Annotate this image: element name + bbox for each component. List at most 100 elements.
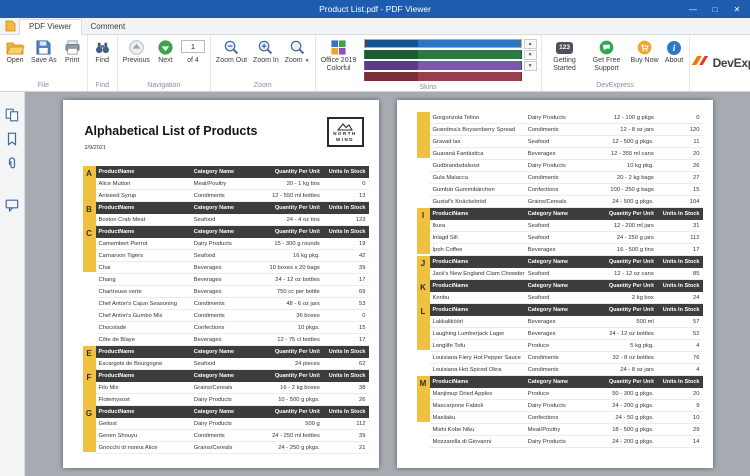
column-header: Quantity Per Unit bbox=[588, 283, 659, 289]
ribbon-group-file: Open Save As Print File bbox=[0, 35, 88, 91]
zoom-out-button[interactable]: Zoom Out bbox=[213, 36, 250, 65]
table-row: Gustaf's KnäckebrödGrains/Cereals24 - 50… bbox=[430, 196, 703, 208]
save-as-button[interactable]: Save As bbox=[28, 36, 60, 65]
cell: 24 pieces bbox=[254, 361, 325, 367]
cell: 16 - 2 kg boxes bbox=[254, 385, 325, 391]
pdf-page-2[interactable]: Gorgonzola TelinoDairy Products12 - 100 … bbox=[397, 100, 713, 468]
cell: 500 ml bbox=[588, 319, 659, 325]
cell: Dairy Products bbox=[194, 421, 254, 427]
cell: Escargots de Bourgogne bbox=[96, 361, 194, 367]
skin-swatch-0[interactable] bbox=[364, 39, 522, 48]
gallery-scroll-up-button[interactable]: ▲ bbox=[524, 39, 537, 49]
letter-group-C: CProductNameCategory NameQuantity Per Un… bbox=[83, 226, 369, 346]
print-button[interactable]: Print bbox=[60, 36, 85, 65]
cell: 15 - 300 g rounds bbox=[254, 241, 325, 247]
badge-123-icon: 123 bbox=[556, 38, 573, 57]
document-canvas[interactable]: Alphabetical List of Products 2/9/2021 N… bbox=[25, 92, 750, 476]
minimize-button[interactable]: — bbox=[682, 0, 704, 18]
cell: Condiments bbox=[194, 313, 254, 319]
cell: Chai bbox=[96, 265, 194, 271]
skin-swatch-3[interactable] bbox=[364, 72, 522, 81]
close-button[interactable]: ✕ bbox=[726, 0, 748, 18]
cell: 10 boxes x 20 bags bbox=[254, 265, 325, 271]
mountain-icon bbox=[337, 122, 353, 131]
letter-group: Gorgonzola TelinoDairy Products12 - 100 … bbox=[417, 112, 703, 208]
cell: Gnocchi di nonna Alice bbox=[96, 445, 194, 451]
cell: 10 - 500 g pkgs. bbox=[254, 397, 325, 403]
table-header-row: ProductNameCategory NameQuantity Per Uni… bbox=[430, 376, 703, 388]
cell: 100 - 250 g bags bbox=[588, 187, 659, 193]
binoculars-icon bbox=[94, 38, 111, 57]
zoom-dropdown-button[interactable]: Zoom ▼ bbox=[282, 36, 313, 65]
cell: Gravad lax bbox=[430, 139, 528, 145]
cell: Louisiana Fiery Hot Pepper Sauce bbox=[430, 355, 528, 361]
cell: Gustaf's Knäckebröd bbox=[430, 199, 528, 205]
table-row: Ipoh CoffeeBeverages16 - 500 g tins17 bbox=[430, 244, 703, 256]
table-header-row: ProductNameCategory NameQuantity Per Uni… bbox=[96, 166, 369, 178]
table-row: Gravad laxSeafood12 - 500 g pkgs.11 bbox=[430, 136, 703, 148]
magnifier-plus-icon bbox=[257, 38, 274, 57]
cell: Beverages bbox=[194, 277, 254, 283]
table-row: LakkalikööriBeverages500 ml57 bbox=[430, 316, 703, 328]
thumbnails-panel-button[interactable] bbox=[5, 108, 19, 122]
cell: Condiments bbox=[194, 193, 254, 199]
previous-button[interactable]: Previous bbox=[120, 36, 153, 65]
cell: Chef Anton's Gumbo Mix bbox=[96, 313, 194, 319]
cell: 12 - 100 g pkgs bbox=[588, 115, 659, 121]
column-header: Units In Stock bbox=[659, 211, 703, 217]
app-icon bbox=[5, 20, 16, 32]
cell: Meat/Poultry bbox=[194, 181, 254, 187]
cell: 16 kg pkg. bbox=[254, 253, 325, 259]
arrow-down-circle-icon bbox=[157, 38, 174, 57]
cell: 24 - 50 g pkgs. bbox=[588, 415, 659, 421]
maximize-button[interactable]: □ bbox=[704, 0, 726, 18]
table-row: Boston Crab MeatSeafood24 - 4 oz tins123 bbox=[96, 214, 369, 226]
cell: 4 bbox=[659, 343, 703, 349]
get-free-support-button[interactable]: Get Free Support bbox=[586, 36, 628, 74]
zoom-in-button[interactable]: Zoom In bbox=[250, 36, 282, 65]
cell: 20 - 1 kg tins bbox=[254, 181, 325, 187]
table-row: Mascarpone FabioliDairy Products24 - 200… bbox=[430, 400, 703, 412]
about-button[interactable]: i About bbox=[662, 36, 687, 65]
find-button[interactable]: Find bbox=[90, 36, 115, 65]
group-letter-cell: B bbox=[83, 202, 96, 226]
tab-comment[interactable]: Comment bbox=[82, 20, 135, 34]
skin-swatch-2[interactable] bbox=[364, 61, 522, 70]
cell: Louisiana Hot Spiced Okra bbox=[430, 367, 528, 373]
column-header: Units In Stock bbox=[659, 283, 703, 289]
letter-group-M: MProductNameCategory NameQuantity Per Un… bbox=[417, 376, 703, 448]
cell: 21 bbox=[325, 445, 369, 451]
attachments-panel-button[interactable] bbox=[5, 156, 19, 170]
cell: 69 bbox=[325, 289, 369, 295]
bookmarks-panel-button[interactable] bbox=[5, 132, 19, 146]
buy-now-button[interactable]: Buy Now bbox=[628, 36, 662, 65]
column-header: ProductName bbox=[430, 307, 528, 313]
column-header: Units In Stock bbox=[659, 379, 703, 385]
cell: Grandma's Boysenberry Spread bbox=[430, 127, 528, 133]
next-button[interactable]: Next bbox=[153, 36, 178, 65]
cell: Ikura bbox=[430, 223, 528, 229]
getting-started-button[interactable]: 123 Getting Started bbox=[544, 36, 586, 74]
titlebar[interactable]: Product List.pdf - PDF Viewer — □ ✕ bbox=[0, 0, 750, 18]
comments-panel-button[interactable] bbox=[5, 198, 19, 212]
gallery-scroll-down-button[interactable]: ▼ bbox=[524, 50, 537, 60]
column-header: Category Name bbox=[528, 259, 588, 265]
gallery-dropdown-button[interactable]: ▼ bbox=[524, 61, 537, 71]
support-chat-icon bbox=[599, 38, 614, 57]
devexpress-logo: DevExpress bbox=[690, 35, 750, 91]
letter-group-E: EProductNameCategory NameQuantity Per Un… bbox=[83, 346, 369, 370]
tab-pdf-viewer[interactable]: PDF Viewer bbox=[19, 19, 82, 35]
group-caption-file: File bbox=[2, 81, 85, 91]
column-header: ProductName bbox=[96, 409, 194, 415]
open-button[interactable]: Open bbox=[2, 36, 28, 65]
cell: 5 kg pkg. bbox=[588, 343, 659, 349]
active-skin-button[interactable]: Office 2019 Colorful bbox=[318, 36, 360, 74]
pdf-page-1[interactable]: Alphabetical List of Products 2/9/2021 N… bbox=[63, 100, 379, 468]
cell: 17 bbox=[325, 337, 369, 343]
ribbon-group-devexpress: 123 Getting Started Get Free Support Buy… bbox=[542, 35, 690, 91]
cell: 39 bbox=[325, 433, 369, 439]
skin-swatch-1[interactable] bbox=[364, 50, 522, 59]
page-number-input[interactable]: 1 bbox=[181, 40, 205, 53]
letter-group-J: JProductNameCategory NameQuantity Per Un… bbox=[417, 256, 703, 280]
table-row: Laughing Lumberjack LagerBeverages24 - 1… bbox=[430, 328, 703, 340]
